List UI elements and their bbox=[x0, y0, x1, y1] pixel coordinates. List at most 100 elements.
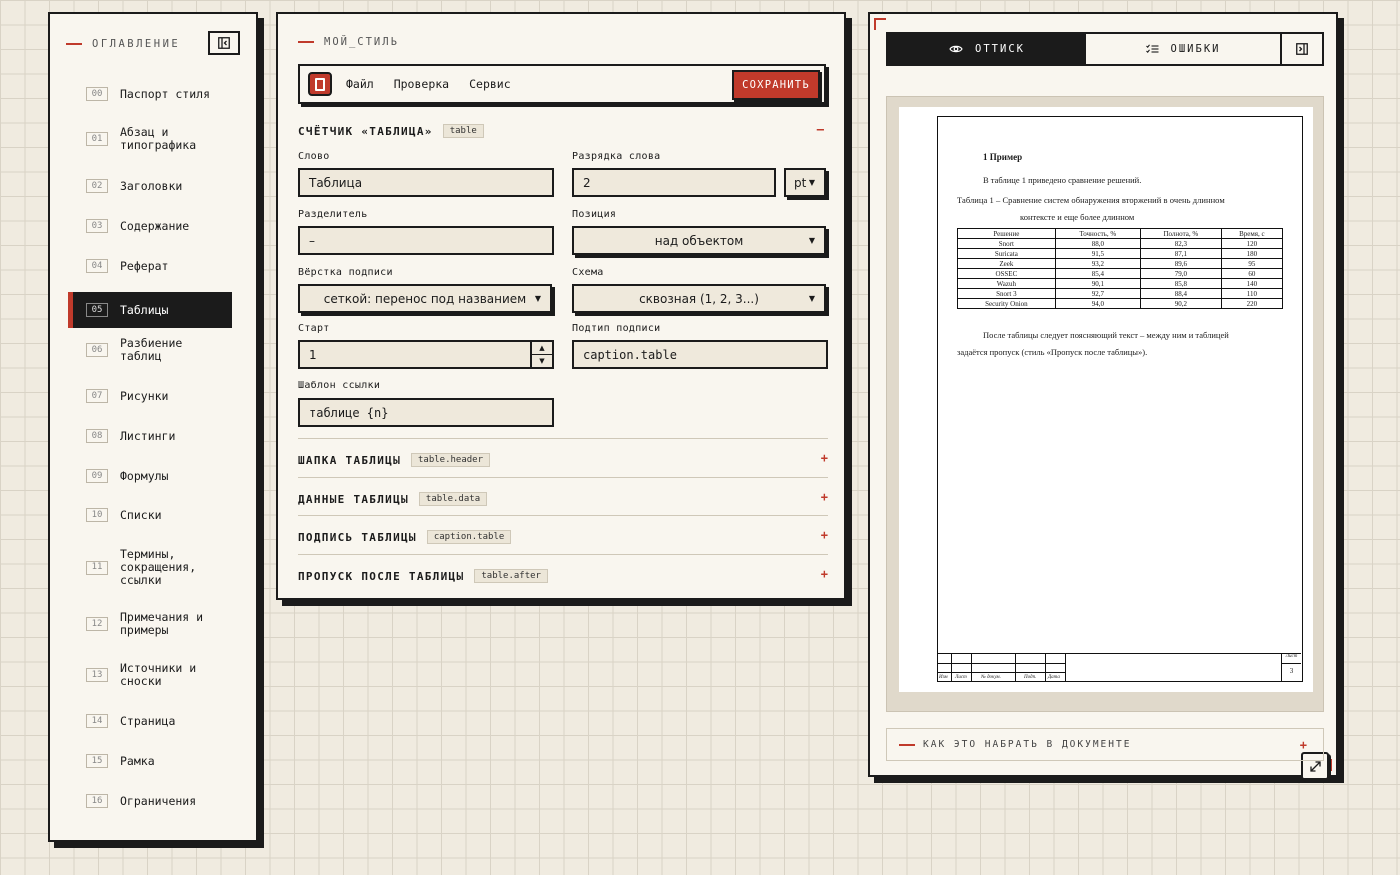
caption-layout-select[interactable]: сеткой: перенос под названием ▼ bbox=[298, 284, 552, 313]
expand-icon[interactable]: + bbox=[821, 528, 828, 542]
toc-item[interactable]: 09 Формулы bbox=[68, 469, 232, 483]
doc-table-cell: Snort 3 bbox=[957, 288, 1056, 299]
expand-icon[interactable]: + bbox=[1300, 738, 1309, 752]
toc-item-number: 09 bbox=[86, 469, 108, 483]
toc-panel: ОГЛАВЛЕНИЕ 00 Паспорт стиля 01 Абзац и типо… bbox=[48, 12, 258, 842]
doc-table-cell: OSSEC bbox=[957, 268, 1056, 279]
word-spacing-input[interactable]: 2 bbox=[572, 168, 776, 197]
unit-select[interactable]: pt ▼ bbox=[784, 168, 826, 197]
caption-subtype-input[interactable]: caption.table bbox=[572, 340, 828, 369]
toc-item-number: 12 bbox=[86, 617, 108, 631]
doc-table-row: Snort 3 92,7 88,4 110 bbox=[957, 288, 1284, 299]
doc-table-row: Security Onion 94,0 90,2 220 bbox=[957, 298, 1284, 309]
doc-table-cell: 94,0 bbox=[1054, 298, 1141, 309]
accordion-tag: table.data bbox=[418, 492, 488, 506]
toc-item[interactable]: 06 Разбиение таблиц bbox=[68, 337, 232, 363]
expand-icon[interactable]: + bbox=[821, 451, 828, 465]
toc-item[interactable]: 04 Реферат bbox=[68, 259, 232, 273]
sheet-number-cell: Лист 3 bbox=[1281, 654, 1301, 681]
save-button[interactable]: СОХРАНИТЬ bbox=[732, 70, 820, 100]
document-preview-area: 1 Пример В таблице 1 приведено сравнение… bbox=[886, 96, 1329, 780]
toc-item[interactable]: 02 Заголовки bbox=[68, 179, 232, 193]
doc-table-cell: Wazuh bbox=[957, 278, 1056, 289]
menu-check[interactable]: Проверка bbox=[394, 77, 449, 91]
accordion-table-caption[interactable]: ПОДПИСЬ ТАБЛИЦЫ caption.table + bbox=[298, 515, 828, 553]
menu-file[interactable]: Файл bbox=[346, 77, 374, 91]
toc-item[interactable]: 11 Термины, сокращения, ссылки bbox=[68, 548, 232, 587]
toc-item-number: 14 bbox=[86, 714, 108, 728]
tab-errors[interactable]: ОШИБКИ bbox=[1086, 34, 1282, 64]
ref-template-label: Шаблон ссылки bbox=[298, 380, 381, 391]
toc-item-number: 01 bbox=[86, 132, 108, 146]
doc-table-cell: 82,3 bbox=[1139, 238, 1222, 249]
menu-service[interactable]: Сервис bbox=[469, 77, 511, 91]
separator-input[interactable]: – bbox=[298, 226, 554, 255]
toc-item-number: 00 bbox=[86, 87, 108, 101]
toc-item-label: Списки bbox=[120, 507, 162, 522]
doc-table-row: Suricata 91,5 87,1 180 bbox=[957, 248, 1284, 259]
toc-item-label: Разбиение таблиц bbox=[120, 336, 183, 363]
collapse-sidebar-button[interactable] bbox=[208, 31, 240, 55]
doc-table-cell: Zeek bbox=[957, 258, 1056, 269]
toc-header: ОГЛАВЛЕНИЕ bbox=[66, 38, 180, 50]
section-collapse-toggle[interactable]: – bbox=[817, 122, 824, 136]
doc-table-cell: Snort bbox=[957, 238, 1056, 249]
scheme-label: Схема bbox=[572, 267, 604, 278]
toc-item[interactable]: 10 Списки bbox=[68, 508, 232, 522]
word-input[interactable]: Таблица bbox=[298, 168, 554, 197]
toc-item-number: 07 bbox=[86, 389, 108, 403]
doc-table-cell: Security Onion bbox=[957, 298, 1056, 309]
scheme-select[interactable]: сквозная (1, 2, 3...) ▼ bbox=[572, 284, 826, 313]
position-value: над объектом bbox=[654, 233, 744, 248]
style-name: МОЙ_СТИЛЬ bbox=[324, 36, 399, 48]
collapse-preview-button[interactable] bbox=[1282, 34, 1322, 64]
sidebar-expand-icon bbox=[1296, 43, 1308, 55]
toc-item[interactable]: 01 Абзац и типографика bbox=[68, 126, 232, 152]
doc-table-header-cell: Решение bbox=[957, 228, 1056, 239]
doc-table-header-cell: Время, с bbox=[1220, 228, 1284, 239]
toc-item-number: 10 bbox=[86, 508, 108, 522]
accordion-table-data[interactable]: ДАННЫЕ ТАБЛИЦЫ table.data + bbox=[298, 477, 828, 515]
doc-table-header-cell: Точность, % bbox=[1054, 228, 1141, 239]
expand-icon[interactable]: + bbox=[821, 567, 828, 581]
start-stepper[interactable]: 1 ▲ ▼ bbox=[298, 340, 554, 369]
doc-table-row: OSSEC 85,4 79,0 60 bbox=[957, 268, 1284, 279]
toc-item[interactable]: 16 Ограничения bbox=[68, 794, 232, 808]
toc-item-number: 06 bbox=[86, 343, 108, 357]
title-block: Изм Лист № докум. Подп. Дата Лист 3 bbox=[938, 653, 1301, 681]
doc-table-cell: 180 bbox=[1220, 248, 1284, 259]
howto-accordion[interactable]: КАК ЭТО НАБРАТЬ В ДОКУМЕНТЕ + bbox=[886, 728, 1324, 761]
stamp-label: Изм bbox=[939, 675, 948, 680]
doc-table-row: Snort 88,0 82,3 120 bbox=[957, 238, 1284, 249]
doc-table-cell: 90,1 bbox=[1054, 278, 1141, 289]
toc-item[interactable]: 13 Источники и сноски bbox=[68, 662, 232, 688]
toc-item[interactable]: 07 Рисунки bbox=[68, 389, 232, 403]
toc-item-label: Реферат bbox=[120, 258, 169, 273]
accordion-table-header[interactable]: ШАПКА ТАБЛИЦЫ table.header + bbox=[298, 438, 828, 476]
chevron-down-icon: ▼ bbox=[534, 294, 541, 303]
ref-template-input[interactable]: таблице {n} bbox=[298, 398, 554, 427]
editor-header: МОЙ_СТИЛЬ bbox=[298, 36, 399, 48]
document-page: 1 Пример В таблице 1 приведено сравнение… bbox=[899, 107, 1313, 692]
toc-item[interactable]: 14 Страница bbox=[68, 714, 232, 728]
toc-item[interactable]: 05 Таблицы bbox=[68, 292, 232, 328]
doc-table-cell: 89,6 bbox=[1139, 258, 1222, 269]
stamp-label: № докум. bbox=[981, 675, 1001, 680]
position-select[interactable]: над объектом ▼ bbox=[572, 226, 826, 255]
toc-item[interactable]: 03 Содержание bbox=[68, 219, 232, 233]
menu-bar: Файл Проверка Сервис bbox=[346, 77, 511, 91]
accordion-table-after[interactable]: ПРОПУСК ПОСЛЕ ТАБЛИЦЫ table.after + bbox=[298, 554, 828, 592]
toc-item[interactable]: 12 Примечания и примеры bbox=[68, 611, 232, 637]
toc-item[interactable]: 15 Рамка bbox=[68, 754, 232, 768]
chevron-down-icon: ▼ bbox=[808, 178, 815, 187]
decrement-icon[interactable]: ▼ bbox=[532, 355, 552, 367]
word-label: Слово bbox=[298, 151, 330, 162]
doc-table-row: Zeek 93,2 89,6 95 bbox=[957, 258, 1284, 269]
expand-icon[interactable]: + bbox=[821, 490, 828, 504]
toc-item[interactable]: 08 Листинги bbox=[68, 429, 232, 443]
toc-item[interactable]: 00 Паспорт стиля bbox=[68, 87, 232, 101]
increment-icon[interactable]: ▲ bbox=[532, 342, 552, 355]
tab-print[interactable]: ОТТИСК bbox=[888, 34, 1086, 64]
doc-table-cell: 93,2 bbox=[1054, 258, 1141, 269]
style-editor-panel: МОЙ_СТИЛЬ Файл Проверка Сервис СОХРАНИТЬ… bbox=[276, 12, 846, 600]
